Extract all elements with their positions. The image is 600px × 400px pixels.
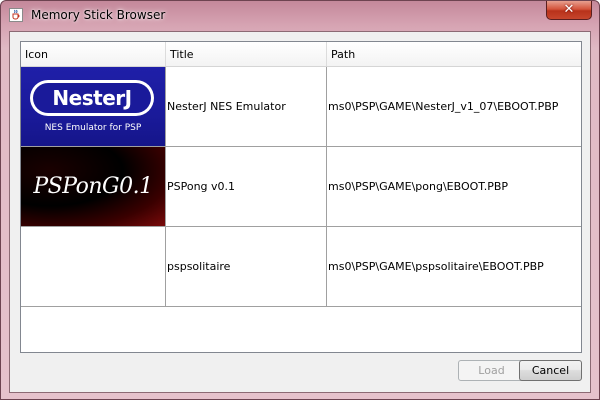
- close-icon: ✕: [563, 2, 575, 17]
- row-icon-cell: PSPonG0.1: [21, 147, 166, 226]
- row-path: ms0\PSP\GAME\pong\EBOOT.PBP: [328, 180, 509, 193]
- nesterj-logo: NesterJ NES Emulator for PSP: [21, 67, 165, 146]
- row-icon-cell: NesterJ NES Emulator for PSP: [21, 67, 166, 146]
- pspong-logo: PSPonG0.1: [21, 147, 165, 226]
- row-title: pspsolitaire: [166, 227, 327, 306]
- games-table[interactable]: Icon Title Path NesterJ NES Emulator for…: [20, 41, 582, 353]
- table-header: Icon Title Path: [21, 42, 581, 67]
- close-button[interactable]: ✕: [546, 1, 592, 20]
- window-title: Memory Stick Browser: [31, 8, 166, 22]
- row-path: ms0\PSP\GAME\NesterJ_v1_07\EBOOT.PBP: [328, 100, 559, 113]
- column-header-title[interactable]: Title: [166, 42, 327, 66]
- table-row[interactable]: pspsolitaire ms0\PSP\GAME\pspsolitaire\E…: [21, 227, 581, 307]
- row-title: NesterJ NES Emulator: [166, 67, 327, 146]
- column-header-path[interactable]: Path: [327, 42, 581, 66]
- dialog-body: Icon Title Path NesterJ NES Emulator for…: [9, 31, 591, 393]
- app-window: Memory Stick Browser ✕ Icon Title Path N…: [0, 0, 600, 400]
- nesterj-logo-subtitle: NES Emulator for PSP: [44, 123, 142, 133]
- table-row[interactable]: NesterJ NES Emulator for PSP NesterJ NES…: [21, 67, 581, 147]
- title-bar[interactable]: Memory Stick Browser ✕: [1, 1, 599, 31]
- column-header-icon[interactable]: Icon: [21, 42, 166, 66]
- table-row[interactable]: PSPonG0.1 PSPong v0.1 ms0\PSP\GAME\pong\…: [21, 147, 581, 227]
- row-path: ms0\PSP\GAME\pspsolitaire\EBOOT.PBP: [328, 260, 544, 273]
- java-cup-icon: [9, 8, 23, 22]
- nesterj-logo-badge-inner: NesterJ: [33, 83, 151, 113]
- cancel-button[interactable]: Cancel: [519, 360, 582, 381]
- nesterj-logo-badge: NesterJ: [30, 80, 154, 116]
- nesterj-logo-name: NesterJ: [52, 86, 132, 110]
- pspong-logo-name: PSPonG0.1: [33, 174, 153, 199]
- load-button[interactable]: Load: [458, 360, 525, 381]
- row-title: PSPong v0.1: [166, 147, 327, 226]
- row-icon-cell: [21, 227, 166, 306]
